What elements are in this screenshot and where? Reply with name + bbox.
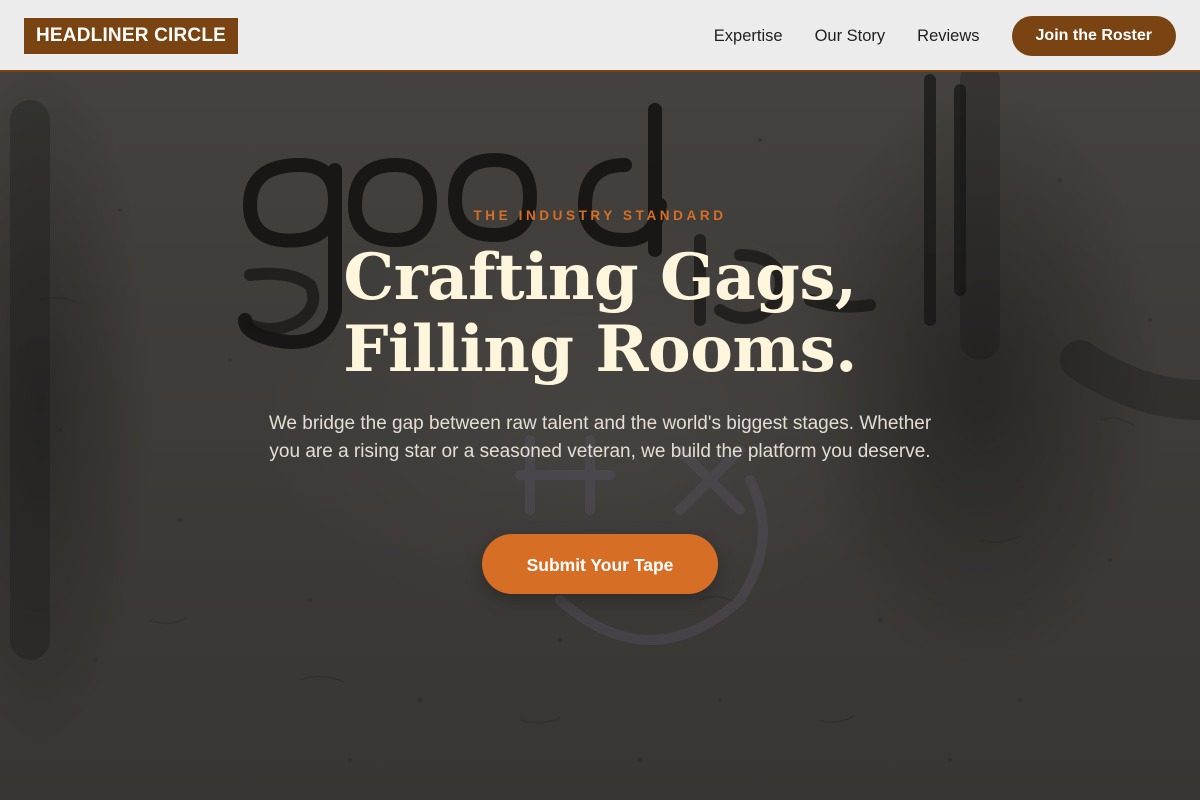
hero-background-image bbox=[0, 0, 1200, 800]
graffiti-wall-illustration bbox=[0, 0, 1200, 800]
hero-headline-line-1: Crafting Gags, bbox=[343, 240, 857, 315]
submit-tape-button[interactable]: Submit Your Tape bbox=[482, 534, 718, 594]
join-roster-button[interactable]: Join the Roster bbox=[1011, 16, 1176, 56]
brand-logo[interactable]: HEADLINER CIRCLE bbox=[24, 18, 239, 54]
hero-eyebrow: THE INDUSTRY STANDARD bbox=[473, 208, 727, 223]
hero-description: We bridge the gap between raw talent and… bbox=[268, 413, 932, 462]
nav-link-our-story[interactable]: Our Story bbox=[815, 27, 886, 46]
nav-link-reviews[interactable]: Reviews bbox=[917, 27, 979, 46]
nav-link-expertise[interactable]: Expertise bbox=[714, 27, 783, 46]
hero-headline-line-2: Filling Rooms. bbox=[343, 312, 857, 387]
hero-headline: Crafting Gags, Filling Rooms. bbox=[0, 242, 1200, 386]
main-nav: Expertise Our Story Reviews Join the Ros… bbox=[714, 0, 1176, 72]
site-header: HEADLINER CIRCLE Expertise Our Story Rev… bbox=[0, 0, 1200, 72]
